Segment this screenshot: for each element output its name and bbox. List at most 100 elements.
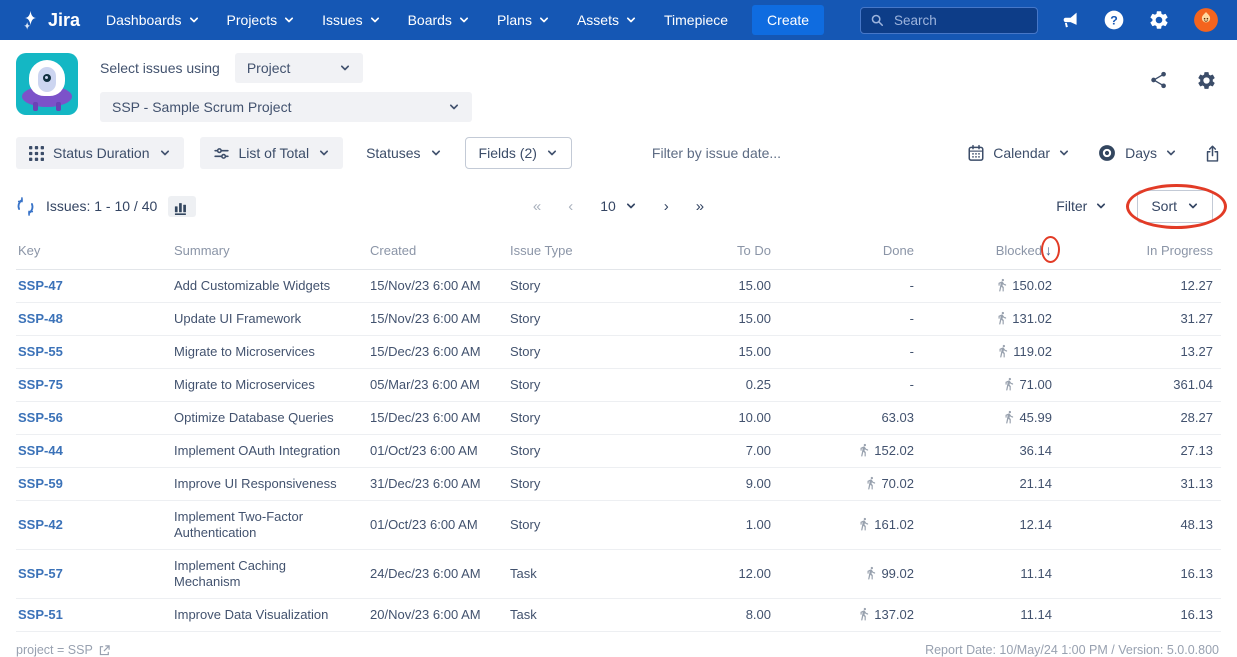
duration-cell-inprogress: 31.13: [1060, 468, 1221, 501]
project-value: SSP - Sample Scrum Project: [112, 99, 291, 115]
navbar-menu: Dashboards Projects Issues Boards Plans Asset…: [106, 12, 728, 28]
column-header-key[interactable]: Key: [16, 236, 166, 270]
announcements-icon[interactable]: [1059, 10, 1080, 30]
issue-key-link[interactable]: SSP-57: [18, 566, 63, 581]
chevron-down-icon: [188, 14, 200, 26]
duration-value: 63.03: [881, 410, 914, 425]
page-size-dropdown[interactable]: 10: [600, 198, 637, 214]
issue-created: 01/Oct/23 6:00 AM: [362, 501, 502, 550]
issue-key-link[interactable]: SSP-75: [18, 377, 63, 392]
duration-value: 36.14: [1019, 443, 1052, 458]
issue-created: 15/Dec/23 6:00 AM: [362, 402, 502, 435]
settings-gear-icon[interactable]: [1148, 9, 1170, 31]
chevron-down-icon: [339, 62, 351, 74]
jql-link[interactable]: project = SSP: [16, 643, 111, 657]
chevron-down-icon: [283, 14, 295, 26]
issue-key-link[interactable]: SSP-48: [18, 311, 63, 326]
sort-dropdown[interactable]: Sort: [1137, 190, 1213, 223]
nav-item-plans[interactable]: Plans: [497, 12, 550, 28]
duration-cell-todo: 15.00: [632, 270, 779, 303]
duration-cell-blocked: 12.14: [922, 501, 1060, 550]
issue-date-filter-input[interactable]: [650, 144, 865, 162]
duration-cell-inprogress: 13.27: [1060, 336, 1221, 369]
issue-created: 15/Nov/23 6:00 AM: [362, 303, 502, 336]
issue-type: Story: [502, 501, 632, 550]
duration-cell-done: 63.03: [779, 402, 922, 435]
column-header-issue-type[interactable]: Issue Type: [502, 236, 632, 270]
table-row: SSP-48 Update UI Framework15/Nov/23 6:00 …: [16, 303, 1221, 336]
issue-key-link[interactable]: SSP-59: [18, 476, 63, 491]
duration-unit-dropdown[interactable]: Days: [1097, 143, 1177, 163]
aggregation-dropdown[interactable]: List of Total: [200, 137, 344, 169]
search-icon: [870, 13, 884, 27]
statuses-dropdown[interactable]: Statuses: [353, 137, 454, 169]
chevron-down-icon: [318, 147, 330, 159]
nav-item-assets[interactable]: Assets: [577, 12, 637, 28]
nav-item-boards[interactable]: Boards: [408, 12, 470, 28]
duration-value: 27.13: [1180, 443, 1213, 458]
duration-value: 10.00: [738, 410, 771, 425]
export-icon[interactable]: [1204, 144, 1221, 163]
nav-item-issues[interactable]: Issues: [322, 12, 380, 28]
refresh-icon[interactable]: [16, 197, 35, 216]
duration-value: 137.02: [874, 607, 914, 622]
jira-logo[interactable]: Jira: [20, 10, 80, 31]
issue-key-link[interactable]: SSP-55: [18, 344, 63, 359]
create-button[interactable]: Create: [752, 5, 824, 35]
nav-item-timepiece[interactable]: Timepiece: [664, 12, 728, 28]
issue-key-link[interactable]: SSP-42: [18, 517, 63, 532]
global-search[interactable]: [860, 7, 1038, 34]
pagination-last-button[interactable]: »: [696, 198, 704, 215]
issue-key-link[interactable]: SSP-44: [18, 443, 63, 458]
duration-value: 152.02: [874, 443, 914, 458]
duration-cell-done: 99.02: [779, 550, 922, 599]
user-avatar[interactable]: [1193, 7, 1219, 33]
nav-item-projects[interactable]: Projects: [227, 12, 296, 28]
column-header-done[interactable]: Done: [779, 236, 922, 270]
view-mode-dropdown[interactable]: Status Duration: [16, 137, 184, 169]
duration-cell-inprogress: 12.27: [1060, 270, 1221, 303]
table-row: SSP-57Implement Caching Mechanism24/Dec/…: [16, 550, 1221, 599]
search-input[interactable]: [892, 12, 1028, 29]
chevron-down-icon: [430, 147, 442, 159]
chart-view-button[interactable]: [168, 196, 196, 217]
pagination-next-button[interactable]: ›: [664, 198, 669, 215]
duration-cell-todo: 12.00: [632, 550, 779, 599]
column-header-created[interactable]: Created: [362, 236, 502, 270]
chevron-down-icon: [538, 14, 550, 26]
table-row: SSP-47Add Customizable Widgets15/Nov/23 …: [16, 270, 1221, 303]
duration-cell-done: 161.02: [779, 501, 922, 550]
issue-summary: Implement Caching Mechanism: [166, 550, 362, 599]
issues-count-label: Issues: 1 - 10 / 40: [46, 198, 157, 214]
column-header-blocked[interactable]: Blocked ↓: [922, 236, 1060, 270]
issue-key-link[interactable]: SSP-47: [18, 278, 63, 293]
issue-source-dropdown[interactable]: Project: [235, 53, 363, 83]
help-icon[interactable]: ?: [1103, 9, 1125, 31]
duration-cell-blocked: 150.02: [922, 270, 1060, 303]
duration-value: 28.27: [1180, 410, 1213, 425]
issue-key-link[interactable]: SSP-51: [18, 607, 63, 622]
column-header-to-do[interactable]: To Do: [632, 236, 779, 270]
jira-logo-icon: [20, 10, 41, 31]
share-icon[interactable]: [1149, 70, 1169, 91]
duration-cell-inprogress: 16.13: [1060, 550, 1221, 599]
issue-key-link[interactable]: SSP-56: [18, 410, 63, 425]
report-settings-gear-icon[interactable]: [1196, 70, 1217, 91]
table-row: SSP-56Optimize Database Queries15/Dec/23…: [16, 402, 1221, 435]
running-status-icon: [995, 278, 1009, 292]
project-dropdown[interactable]: SSP - Sample Scrum Project: [100, 92, 472, 122]
nav-item-dashboards[interactable]: Dashboards: [106, 12, 200, 28]
issue-key-cell: SSP-42: [16, 501, 166, 550]
filter-dropdown[interactable]: Filter: [1056, 198, 1107, 214]
pagination-first-button[interactable]: «: [533, 198, 541, 215]
duration-unit-value: Days: [1125, 145, 1157, 161]
duration-cell-inprogress: 361.04: [1060, 369, 1221, 402]
issue-summary: Update UI Framework: [166, 303, 362, 336]
calendar-dropdown[interactable]: Calendar: [967, 144, 1070, 162]
column-header-in-progress[interactable]: In Progress: [1060, 236, 1221, 270]
fields-dropdown[interactable]: Fields (2): [465, 137, 572, 169]
pagination-prev-button[interactable]: ‹: [568, 198, 573, 215]
sort-direction-arrow-icon[interactable]: ↓: [1045, 242, 1052, 258]
column-header-summary[interactable]: Summary: [166, 236, 362, 270]
running-status-icon: [995, 311, 1009, 325]
